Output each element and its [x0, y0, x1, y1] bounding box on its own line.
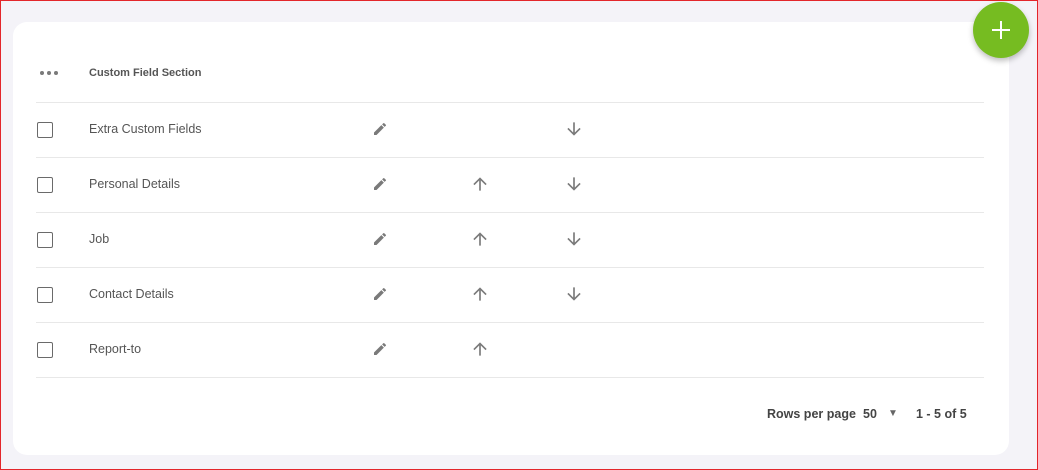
table-row: Personal Details [36, 158, 984, 213]
arrow-up-icon [473, 177, 487, 191]
edit-button[interactable] [370, 284, 390, 304]
table-row: Job [36, 213, 984, 268]
move-up-button[interactable] [470, 229, 490, 249]
move-down-button[interactable] [564, 119, 584, 139]
arrow-down-icon [567, 177, 581, 191]
move-down-button[interactable] [564, 284, 584, 304]
edit-button[interactable] [370, 339, 390, 359]
rows-per-page-value: 50 [863, 407, 877, 421]
row-label: Extra Custom Fields [89, 122, 202, 136]
arrow-down-icon [567, 122, 581, 136]
arrow-up-icon [473, 287, 487, 301]
pencil-icon [374, 232, 387, 245]
table-row: Report-to [36, 323, 984, 378]
pagination-bar: Rows per page 50 ▼ 1 - 5 of 5 [13, 403, 1009, 423]
arrow-up-icon [473, 342, 487, 356]
move-down-button[interactable] [564, 229, 584, 249]
pagination-range: 1 - 5 of 5 [916, 407, 967, 421]
row-checkbox[interactable] [37, 177, 53, 193]
pencil-icon [374, 122, 387, 135]
edit-button[interactable] [370, 174, 390, 194]
row-label: Report-to [89, 342, 142, 356]
dot [54, 71, 58, 75]
row-label: Job [89, 232, 110, 246]
caret-down-icon: ▼ [888, 408, 898, 419]
edit-button[interactable] [370, 229, 390, 249]
edit-button[interactable] [370, 119, 390, 139]
row-label: Personal Details [89, 177, 181, 191]
arrow-down-icon [567, 232, 581, 246]
arrow-down-icon [567, 287, 581, 301]
rows-per-page-select[interactable]: 50 ▼ [863, 403, 903, 423]
row-checkbox[interactable] [37, 342, 53, 358]
dot [40, 71, 44, 75]
row-checkbox[interactable] [37, 122, 53, 138]
plus-icon [992, 21, 1010, 39]
rows-per-page-label: Rows per page [767, 407, 856, 421]
move-up-button[interactable] [470, 284, 490, 304]
more-horizontal-icon[interactable] [40, 69, 58, 77]
move-up-button[interactable] [470, 174, 490, 194]
table-row: Contact Details [36, 268, 984, 323]
pencil-icon [374, 287, 387, 300]
move-down-button[interactable] [564, 174, 584, 194]
move-up-button[interactable] [470, 339, 490, 359]
dot [47, 71, 51, 75]
card-container: Custom Field Section Extra Custom Fields… [13, 22, 1009, 455]
row-label: Contact Details [89, 287, 174, 301]
arrow-up-icon [473, 232, 487, 246]
row-checkbox[interactable] [37, 232, 53, 248]
column-header-custom-field-section: Custom Field Section [89, 67, 202, 79]
custom-field-section-table: Custom Field Section Extra Custom Fields… [36, 46, 984, 378]
table-header-row: Custom Field Section [36, 46, 984, 103]
pencil-icon [374, 342, 387, 355]
row-checkbox[interactable] [37, 287, 53, 303]
table-row: Extra Custom Fields [36, 103, 984, 158]
add-button[interactable] [973, 2, 1029, 58]
pencil-icon [374, 177, 387, 190]
